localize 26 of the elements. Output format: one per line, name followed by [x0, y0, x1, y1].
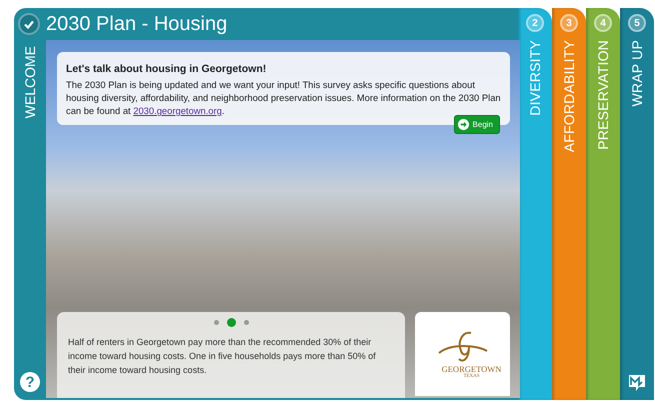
page-title: 2030 Plan - Housing — [46, 12, 228, 36]
caption-text: Half of renters in Georgetown pay more than the recommended 30% of their income toward housing costs. One in five households pays more than 50% of their income toward housing costs. — [68, 336, 377, 377]
welcome-tab[interactable]: WELCOME — [22, 46, 38, 118]
section-tab[interactable]: 4 PRESERVATION — [586, 8, 620, 400]
tab-label: AFFORDABILITY — [561, 40, 577, 152]
begin-button[interactable]: Begin — [454, 115, 500, 134]
arrow-circle-icon — [458, 119, 469, 130]
help-button[interactable]: ? — [20, 372, 40, 392]
carousel-dot[interactable] — [244, 320, 249, 325]
tab-label: DIVERSITY — [527, 40, 543, 116]
tab-label: WRAP UP — [629, 40, 645, 106]
step-number: 3 — [560, 14, 578, 32]
tab-label: PRESERVATION — [595, 40, 611, 150]
step-number: 5 — [628, 14, 646, 32]
intro-heading: Let's talk about housing in Georgetown! — [66, 63, 268, 76]
website-link[interactable]: 2030.georgetown.org — [133, 105, 222, 116]
section-tab[interactable]: 5 WRAP UP — [620, 8, 654, 400]
step-number: 4 — [594, 14, 612, 32]
intro-paragraph: The 2030 Plan is being updated and we want your input! This survey asks specific questions about housing diversity, affordability, and neighborhood preservation issues. More information on the 2030 Plan can be found at 2030.georgetown.org. — [66, 78, 501, 117]
section-tab[interactable]: 2 DIVERSITY — [518, 8, 552, 400]
logo-name: GEORGETOWN — [442, 364, 502, 374]
chat-logo-icon[interactable] — [628, 374, 646, 392]
carousel-dot[interactable] — [227, 318, 236, 327]
section-tab[interactable]: 3 AFFORDABILITY — [552, 8, 586, 400]
carousel-dot[interactable] — [214, 320, 219, 325]
step-number: 2 — [526, 14, 544, 32]
